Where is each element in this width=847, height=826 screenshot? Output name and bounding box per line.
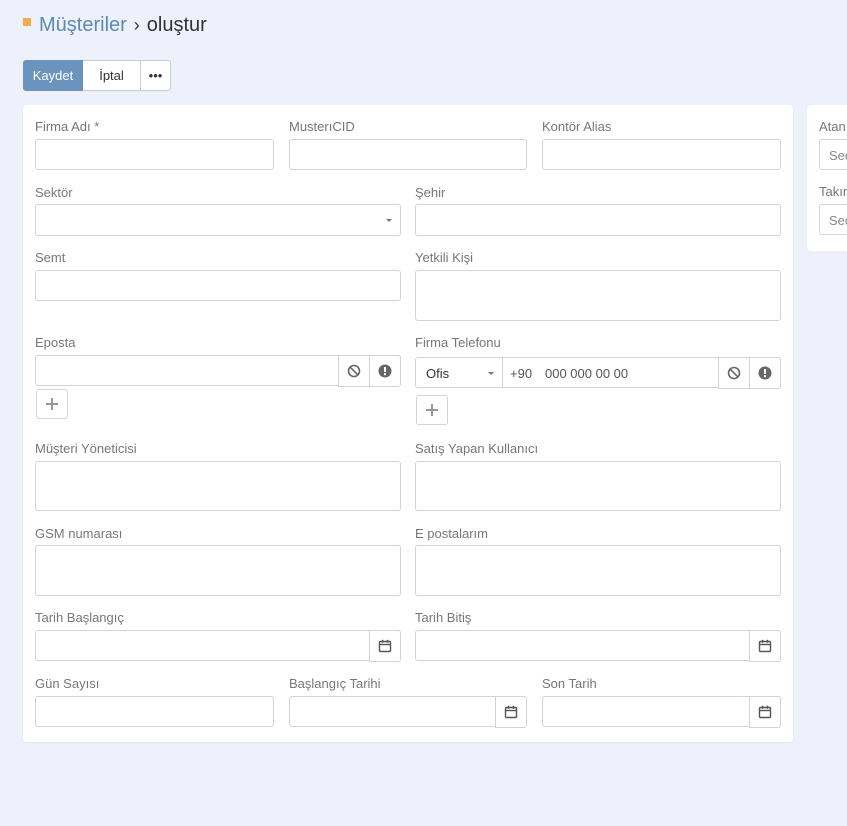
eposta-info-button[interactable] xyxy=(369,355,401,387)
ban-icon xyxy=(347,364,361,378)
takim-placeholder: Seç xyxy=(829,213,847,228)
musteri-cid-input[interactable] xyxy=(289,139,527,170)
caret-down-icon xyxy=(386,219,392,222)
form-panel: Firma Adı * MusterıCID Kontör Alias Sekt… xyxy=(23,105,793,742)
calendar-icon xyxy=(378,639,392,653)
gsm-input[interactable] xyxy=(35,545,401,596)
musteri-yoneticisi-label: Müşteri Yöneticisi xyxy=(35,441,137,456)
baslangic-tarihi-input[interactable] xyxy=(289,696,527,728)
breadcrumb-parent-link[interactable]: Müşteriler xyxy=(39,14,127,37)
tarih-bitis-input[interactable] xyxy=(415,630,781,662)
semt-label: Semt xyxy=(35,250,66,265)
firma-adi-label: Firma Adı * xyxy=(35,119,100,134)
sehir-input[interactable] xyxy=(415,204,781,236)
gun-sayisi-input[interactable] xyxy=(35,696,274,727)
caret-down-icon xyxy=(488,372,494,375)
kontor-alias-label: Kontör Alias xyxy=(542,119,612,134)
son-tarih-label: Son Tarih xyxy=(542,676,597,691)
semt-input[interactable] xyxy=(35,270,401,301)
telefon-placeholder: 000 000 00 00 xyxy=(545,366,629,381)
son-tarih-calendar-button[interactable] xyxy=(749,696,781,728)
calendar-icon xyxy=(758,705,772,719)
side-panel: Atan Seç Takır Seç xyxy=(807,105,847,251)
breadcrumb-current: oluştur xyxy=(146,13,207,36)
breadcrumb: Müşteriler › oluştur xyxy=(23,12,207,38)
tarih-bitis-calendar-button[interactable] xyxy=(749,630,781,662)
ban-icon xyxy=(727,366,741,380)
save-button[interactable]: Kaydet xyxy=(23,60,83,91)
calendar-icon xyxy=(758,639,772,653)
plus-icon xyxy=(426,404,438,416)
atanan-select[interactable]: Seç xyxy=(819,139,847,170)
eposta-input[interactable] xyxy=(35,355,401,387)
e-postalarim-label: E postalarım xyxy=(415,526,488,541)
toolbar: Kaydet İptal ••• xyxy=(23,60,171,91)
yetkili-kisi-input[interactable] xyxy=(415,270,781,321)
telefon-clear-button[interactable] xyxy=(718,357,750,389)
tarih-baslangic-input[interactable] xyxy=(35,630,401,662)
sektor-select[interactable] xyxy=(35,204,401,236)
telefon-prefix: +90 xyxy=(510,366,533,381)
cancel-button[interactable]: İptal xyxy=(83,60,141,91)
add-eposta-button[interactable] xyxy=(36,389,68,419)
tarih-bitis-label: Tarih Bitiş xyxy=(415,610,472,625)
add-telefon-button[interactable] xyxy=(416,395,448,425)
atanan-placeholder: Seç xyxy=(829,148,847,163)
takim-label: Takır xyxy=(819,184,847,199)
yetkili-kisi-label: Yetkili Kişi xyxy=(415,250,474,265)
plus-icon xyxy=(46,398,58,410)
sehir-label: Şehir xyxy=(415,185,446,200)
tarih-baslangic-calendar-button[interactable] xyxy=(369,630,401,662)
atanan-label: Atan xyxy=(819,119,846,134)
more-actions-button[interactable]: ••• xyxy=(141,60,171,91)
exclamation-circle-icon xyxy=(378,364,392,378)
exclamation-circle-icon xyxy=(758,366,772,380)
tarih-baslangic-label: Tarih Başlangıç xyxy=(35,610,124,625)
gsm-label: GSM numarası xyxy=(35,526,123,541)
gun-sayisi-label: Gün Sayısı xyxy=(35,676,100,691)
takim-select[interactable]: Seç xyxy=(819,204,847,235)
sektor-label: Sektör xyxy=(35,185,73,200)
kontor-alias-input[interactable] xyxy=(542,139,781,170)
firma-adi-input[interactable] xyxy=(35,139,274,170)
calendar-icon xyxy=(504,705,518,719)
son-tarih-input[interactable] xyxy=(542,696,781,728)
musteri-yoneticisi-input[interactable] xyxy=(35,461,401,511)
e-postalarim-input[interactable] xyxy=(415,545,781,596)
telefon-type-select[interactable]: Ofis xyxy=(415,357,503,388)
eposta-label: Eposta xyxy=(35,335,76,350)
telefon-info-button[interactable] xyxy=(749,357,781,389)
eposta-clear-button[interactable] xyxy=(338,355,370,387)
musteri-cid-label: MusterıCID xyxy=(289,119,355,134)
firma-telefonu-label: Firma Telefonu xyxy=(415,335,501,350)
telefon-type-value: Ofis xyxy=(426,366,450,381)
breadcrumb-separator: › xyxy=(133,14,140,35)
satis-yapan-input[interactable] xyxy=(415,461,781,511)
baslangic-tarihi-label: Başlangıç Tarihi xyxy=(289,676,381,691)
telefon-number-input[interactable]: +90 000 000 00 00 xyxy=(502,357,781,389)
breadcrumb-marker-icon xyxy=(23,18,31,26)
satis-yapan-label: Satış Yapan Kullanıcı xyxy=(415,441,539,456)
baslangic-tarihi-calendar-button[interactable] xyxy=(495,696,527,728)
